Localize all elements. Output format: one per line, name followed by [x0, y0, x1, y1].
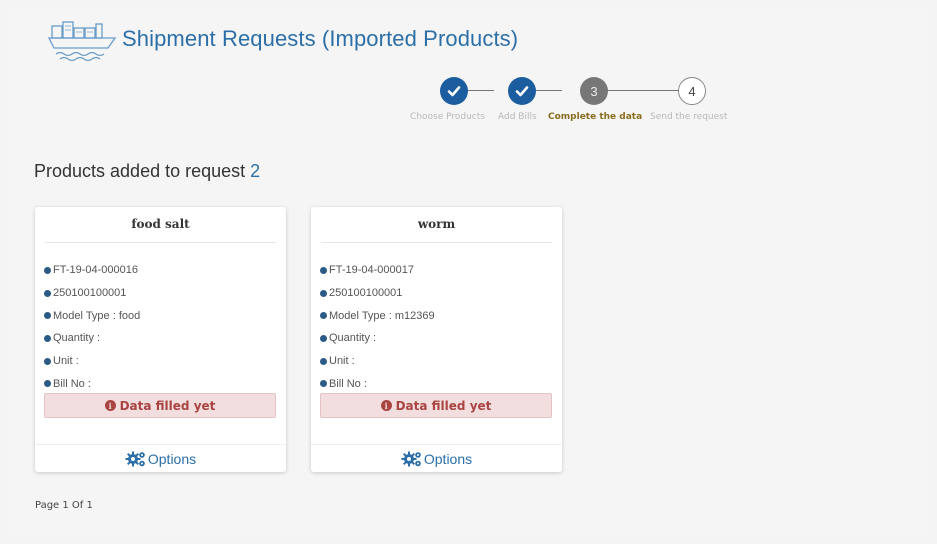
page-title: Shipment Requests (Imported Products) [122, 26, 519, 51]
cogs-icon [401, 451, 421, 466]
products-heading: Products added to request 2 [34, 161, 260, 182]
bullet-icon [320, 266, 327, 274]
field-unit: Unit : [44, 350, 276, 373]
field-code: FT-19-04-000017 [320, 259, 552, 282]
field-bill: Bill No : [44, 372, 276, 395]
page-header: Shipment Requests (Imported Products) [46, 17, 519, 62]
field-quantity-value: Quantity : [329, 332, 377, 345]
pagination-info: Page 1 Of 1 [35, 500, 93, 511]
bullet-icon [44, 266, 51, 274]
bullet-icon [44, 312, 51, 320]
bullet-icon [44, 380, 51, 388]
field-model-value: Model Type : food [53, 309, 141, 322]
options-button[interactable]: Options [401, 450, 472, 468]
bullet-icon [320, 312, 327, 320]
check-icon [447, 86, 461, 97]
field-quantity-value: Quantity : [53, 332, 101, 345]
field-unit: Unit : [320, 350, 552, 373]
options-label: Options [423, 450, 473, 467]
step-4-circle[interactable]: 4 [678, 77, 706, 105]
info-icon: i [380, 400, 392, 411]
field-code-value: FT-19-04-000017 [329, 264, 414, 277]
card-footer: Options [35, 444, 286, 472]
field-code: FT-19-04-000016 [44, 259, 276, 282]
options-label: Options [147, 450, 197, 467]
step-1-circle[interactable] [440, 77, 468, 105]
field-number: 250100100001 [320, 282, 552, 305]
step-3-circle[interactable]: 3 [580, 77, 608, 105]
field-bill: Bill No : [320, 372, 552, 395]
field-quantity: Quantity : [320, 327, 552, 350]
field-bill-value: Bill No : [329, 377, 367, 390]
step-1-label: Choose Products [410, 112, 485, 122]
card-footer: Options [311, 444, 562, 472]
status-text: Data filled yet [119, 398, 216, 413]
field-unit-value: Unit : [329, 355, 355, 368]
field-bill-value: Bill No : [53, 377, 91, 390]
product-card: worm FT-19-04-000017 250100100001 Model … [311, 207, 562, 472]
field-code-value: FT-19-04-000016 [53, 264, 138, 277]
bullet-icon [44, 334, 51, 342]
field-model: Model Type : m12369 [320, 304, 552, 327]
product-fields: FT-19-04-000016 250100100001 Model Type … [44, 259, 276, 395]
options-button[interactable]: Options [125, 450, 196, 468]
bullet-icon [320, 380, 327, 388]
step-2-circle[interactable] [508, 77, 536, 105]
field-model-value: Model Type : m12369 [329, 309, 435, 322]
product-name: food salt [45, 217, 276, 243]
bullet-icon [320, 289, 327, 297]
product-fields: FT-19-04-000017 250100100001 Model Type … [320, 259, 552, 395]
step-3-label: Complete the data [548, 112, 643, 122]
product-name: worm [321, 217, 552, 243]
field-number-value: 250100100001 [329, 287, 403, 300]
field-number: 250100100001 [44, 282, 276, 305]
step-4-label: Send the request [650, 112, 728, 122]
wizard-steps: 3 4 Choose Products Add Bills Complete t… [408, 76, 748, 128]
products-heading-text: Products added to request [34, 161, 246, 181]
cogs-icon [125, 451, 145, 466]
ship-icon [47, 21, 117, 62]
status-badge: i Data filled yet [44, 393, 276, 418]
bullet-icon [44, 357, 51, 365]
step-2-label: Add Bills [498, 112, 537, 122]
field-number-value: 250100100001 [53, 287, 127, 300]
bullet-icon [320, 357, 327, 365]
product-card: food salt FT-19-04-000016 250100100001 M… [35, 207, 286, 472]
status-text: Data filled yet [395, 398, 492, 413]
bullet-icon [44, 289, 51, 297]
field-model: Model Type : food [44, 304, 276, 327]
check-icon [515, 86, 529, 97]
info-icon: i [104, 400, 116, 411]
field-quantity: Quantity : [44, 327, 276, 350]
field-unit-value: Unit : [53, 355, 79, 368]
bullet-icon [320, 334, 327, 342]
status-badge: i Data filled yet [320, 393, 552, 418]
products-count: 2 [250, 161, 261, 181]
